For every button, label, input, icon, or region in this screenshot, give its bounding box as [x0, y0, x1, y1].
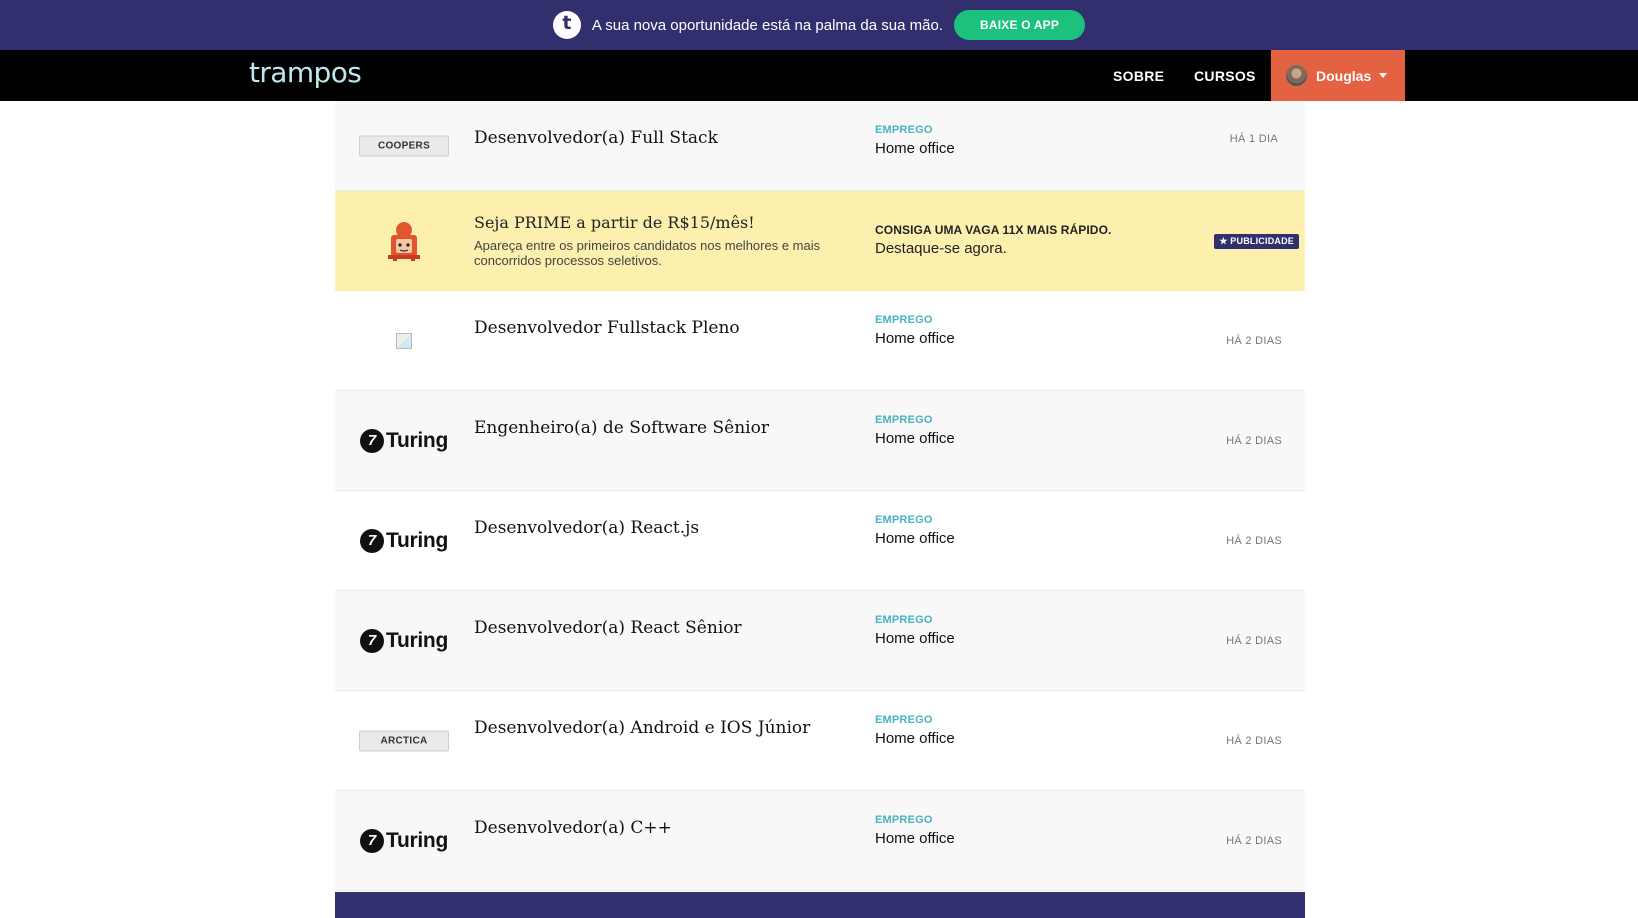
- job-row[interactable]: 7 Turing Desenvolvedor(a) React Sênior E…: [335, 591, 1305, 691]
- company-logo: [359, 332, 449, 349]
- company-logo: COOPERS: [359, 135, 449, 156]
- avatar: [1286, 65, 1307, 86]
- job-type: EMPREGO: [875, 414, 933, 426]
- job-title[interactable]: Desenvolvedor(a) Full Stack: [474, 128, 718, 148]
- job-posted-date: HÁ 2 DIAS: [1226, 435, 1282, 447]
- company-name: Turing: [386, 528, 448, 552]
- brand-logo[interactable]: trampos: [249, 56, 362, 89]
- job-row[interactable]: COOPERS Desenvolvedor(a) Full Stack EMPR…: [335, 101, 1305, 191]
- job-row[interactable]: ARCTICA Desenvolvedor(a) Android e IOS J…: [335, 691, 1305, 791]
- job-type: EMPREGO: [875, 514, 933, 526]
- trampos-app-icon: t: [552, 11, 581, 39]
- job-location: Home office: [875, 830, 955, 847]
- prime-mascot-icon: [388, 222, 420, 261]
- job-posted-date: HÁ 2 DIAS: [1226, 835, 1282, 847]
- company-logo: 7 Turing: [359, 828, 449, 853]
- job-location: Home office: [875, 430, 955, 447]
- job-posted-date: HÁ 2 DIAS: [1226, 635, 1282, 647]
- job-location: Home office: [875, 330, 955, 347]
- job-row[interactable]: Desenvolvedor Fullstack Pleno EMPREGO Ho…: [335, 291, 1305, 391]
- job-location: Home office: [875, 630, 955, 647]
- ad-cta-link[interactable]: Destaque-se agora.: [875, 240, 1007, 257]
- company-logo: 7 Turing: [359, 428, 449, 453]
- download-app-button[interactable]: BAIXE O APP: [953, 10, 1086, 40]
- company-name-tag: ARCTICA: [359, 730, 449, 751]
- advertising-badge: ★ PUBLICIDADE: [1214, 234, 1299, 249]
- main-navbar: trampos SOBRE CURSOS Douglas: [0, 50, 1638, 101]
- user-name: Douglas: [1316, 67, 1372, 84]
- prime-ad-row[interactable]: Seja PRIME a partir de R$15/mês! Apareça…: [335, 191, 1305, 291]
- job-title[interactable]: Engenheiro(a) de Software Sênior: [474, 418, 769, 438]
- turing-mark-icon: 7: [360, 428, 385, 453]
- company-logo: 7 Turing: [359, 528, 449, 553]
- job-type: EMPREGO: [875, 814, 933, 826]
- job-title[interactable]: Desenvolvedor(a) C++: [474, 818, 672, 838]
- company-name: Turing: [386, 628, 448, 652]
- job-title[interactable]: Desenvolvedor(a) React.js: [474, 518, 699, 538]
- footer-banner: [335, 892, 1305, 918]
- job-row[interactable]: 7 Turing Desenvolvedor(a) C++ EMPREGO Ho…: [335, 791, 1305, 891]
- job-row[interactable]: 7 Turing Desenvolvedor(a) React.js EMPRE…: [335, 491, 1305, 591]
- app-promo-bar: t A sua nova oportunidade está na palma …: [0, 0, 1638, 50]
- company-name: Turing: [386, 428, 448, 452]
- job-location: Home office: [875, 730, 955, 747]
- company-logo: 7 Turing: [359, 628, 449, 653]
- chevron-down-icon: [1379, 73, 1388, 78]
- job-posted-date: HÁ 1 DIA: [1229, 133, 1278, 145]
- job-title[interactable]: Desenvolvedor(a) React Sênior: [474, 618, 742, 638]
- nav-link-sobre[interactable]: SOBRE: [1113, 50, 1164, 101]
- turing-mark-icon: 7: [360, 528, 385, 553]
- job-posted-date: HÁ 2 DIAS: [1226, 535, 1282, 547]
- ad-description: Apareça entre os primeiros candidatos no…: [474, 238, 821, 268]
- job-location: Home office: [875, 140, 955, 157]
- job-type: EMPREGO: [875, 124, 933, 136]
- ad-cta-heading: CONSIGA UMA VAGA 11X MAIS RÁPIDO.: [875, 223, 1112, 237]
- company-name: Turing: [386, 828, 448, 852]
- turing-mark-icon: 7: [360, 828, 385, 853]
- job-list: COOPERS Desenvolvedor(a) Full Stack EMPR…: [335, 101, 1305, 891]
- nav-link-cursos[interactable]: CURSOS: [1194, 50, 1256, 101]
- company-logo: ARCTICA: [359, 730, 449, 751]
- promo-text: A sua nova oportunidade está na palma da…: [591, 16, 943, 34]
- job-posted-date: HÁ 2 DIAS: [1226, 335, 1282, 347]
- turing-mark-icon: 7: [360, 628, 385, 653]
- job-type: EMPREGO: [875, 314, 933, 326]
- job-row[interactable]: 7 Turing Engenheiro(a) de Software Sênio…: [335, 391, 1305, 491]
- job-type: EMPREGO: [875, 714, 933, 726]
- job-title[interactable]: Desenvolvedor(a) Android e IOS Júnior: [474, 718, 810, 738]
- job-location: Home office: [875, 530, 955, 547]
- job-posted-date: HÁ 2 DIAS: [1226, 735, 1282, 747]
- company-name-tag: COOPERS: [359, 135, 449, 156]
- job-type: EMPREGO: [875, 614, 933, 626]
- user-menu-dropdown[interactable]: Douglas: [1271, 50, 1405, 101]
- broken-image-icon: [396, 332, 412, 349]
- job-title[interactable]: Desenvolvedor Fullstack Pleno: [474, 318, 740, 338]
- ad-title: Seja PRIME a partir de R$15/mês!: [474, 213, 755, 232]
